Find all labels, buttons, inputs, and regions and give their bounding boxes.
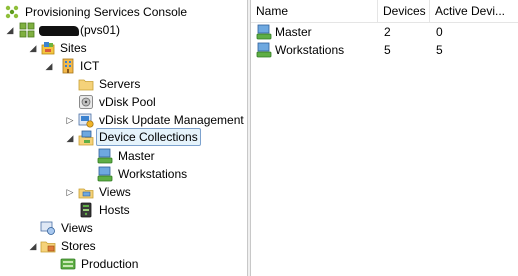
tree-label-servers: Servers (99, 77, 141, 91)
site-icon (62, 58, 74, 74)
cell-devices: 2 (384, 25, 391, 39)
collapse-arrow-icon[interactable]: ◢ (28, 237, 38, 255)
folder-icon (78, 79, 94, 91)
tree-label-production: Production (81, 257, 139, 271)
stores-folder-icon (40, 241, 56, 253)
console-tree[interactable]: Provisioning Services Console ◢ (pvs01) … (0, 0, 247, 276)
list-row[interactable]: Workstations 5 5 (251, 41, 518, 59)
tree-label-vdisk-update-management: vDisk Update Management (99, 113, 244, 127)
views-folder-icon (78, 188, 94, 199)
column-header-devices[interactable]: Devices (378, 0, 430, 22)
farm-grid-icon (19, 22, 35, 38)
tree-label-sites: Sites (60, 41, 87, 55)
cell-devices: 5 (384, 43, 391, 57)
collapse-arrow-icon[interactable]: ◢ (44, 57, 54, 75)
device-collection-icon (256, 42, 272, 58)
views-icon (40, 221, 55, 235)
expand-arrow-icon[interactable]: ▷ (65, 111, 75, 129)
tree-label-site-views: Views (99, 185, 131, 199)
store-icon (60, 258, 76, 270)
redacted-name (39, 25, 79, 36)
cell-active-devices: 0 (436, 25, 443, 39)
citrix-logo-icon (5, 5, 19, 19)
tree-label-collection-workstations: Workstations (118, 167, 188, 181)
disk-icon (79, 95, 93, 109)
column-header-active-devices[interactable]: Active Devi... (430, 0, 518, 22)
collapse-arrow-icon[interactable]: ◢ (65, 129, 75, 147)
cell-name: Workstations (275, 43, 345, 57)
tree-label-farm-views: Views (61, 221, 93, 235)
sites-icon (41, 42, 55, 55)
list-header: Name Devices Active Devi... (251, 0, 518, 23)
column-header-name[interactable]: Name (251, 0, 378, 22)
tree-label-site-ict: ICT (80, 59, 100, 73)
expand-arrow-icon[interactable]: ▷ (65, 183, 75, 201)
cell-active-devices: 5 (436, 43, 443, 57)
collapse-arrow-icon[interactable]: ◢ (28, 39, 38, 57)
device-collections-icon (78, 130, 94, 146)
tree-label-stores: Stores (61, 239, 96, 253)
tree-label-vdisk-pool: vDisk Pool (99, 95, 156, 109)
collapse-arrow-icon[interactable]: ◢ (5, 21, 15, 39)
tree-label-hosts: Hosts (99, 203, 130, 217)
device-collection-icon (256, 24, 272, 40)
update-management-icon (78, 113, 94, 128)
tree-label-device-collections: Device Collections (96, 128, 201, 146)
cell-name: Master (275, 25, 312, 39)
details-list[interactable]: Name Devices Active Devi... Master 2 0 W… (251, 0, 518, 276)
device-collection-icon (97, 166, 113, 182)
tree-label-server: (pvs01) (37, 21, 122, 39)
device-collection-icon (97, 148, 113, 164)
tree-label-console-root: Provisioning Services Console (25, 5, 188, 19)
tree-label-collection-master: Master (118, 149, 155, 163)
list-row[interactable]: Master 2 0 (251, 23, 518, 41)
hosts-icon (80, 202, 92, 218)
